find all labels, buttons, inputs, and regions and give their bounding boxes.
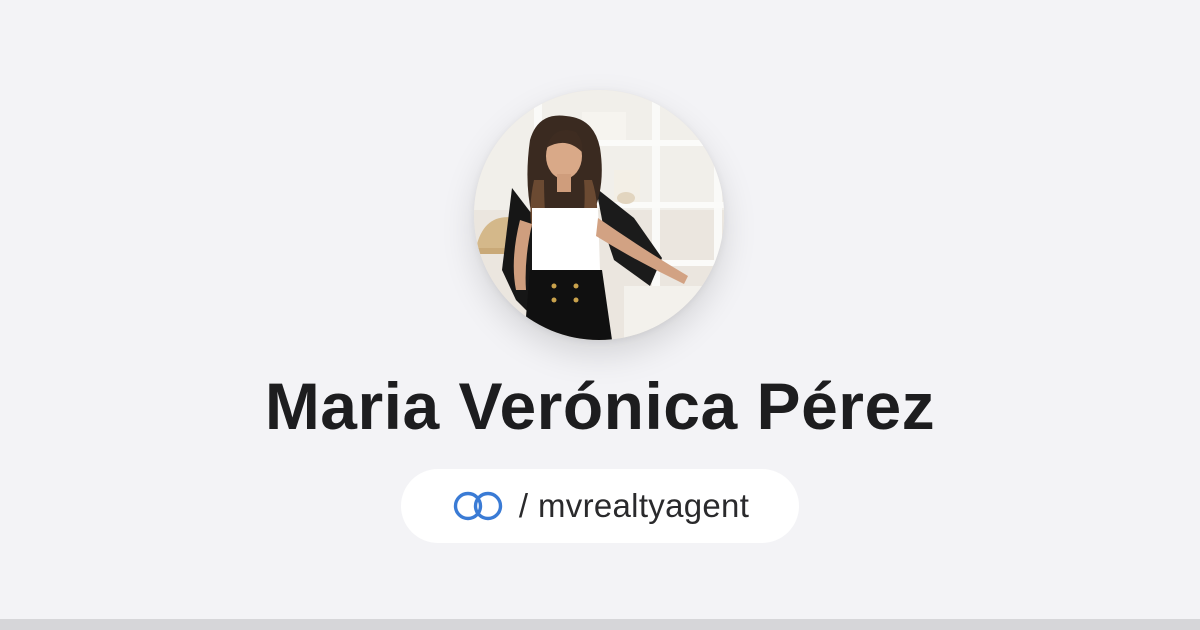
bottom-divider bbox=[0, 619, 1200, 630]
linked-rings-icon bbox=[451, 489, 507, 523]
profile-name: Maria Verónica Pérez bbox=[264, 369, 936, 443]
profile-card: Maria Verónica Pérez / mvrealtyagent bbox=[0, 0, 1200, 619]
profile-handle: mvrealtyagent bbox=[538, 487, 750, 524]
avatar[interactable] bbox=[474, 90, 724, 340]
handle-separator: / bbox=[518, 487, 528, 524]
profile-handle-link[interactable]: / mvrealtyagent bbox=[401, 469, 799, 543]
profile-photo bbox=[474, 90, 724, 340]
